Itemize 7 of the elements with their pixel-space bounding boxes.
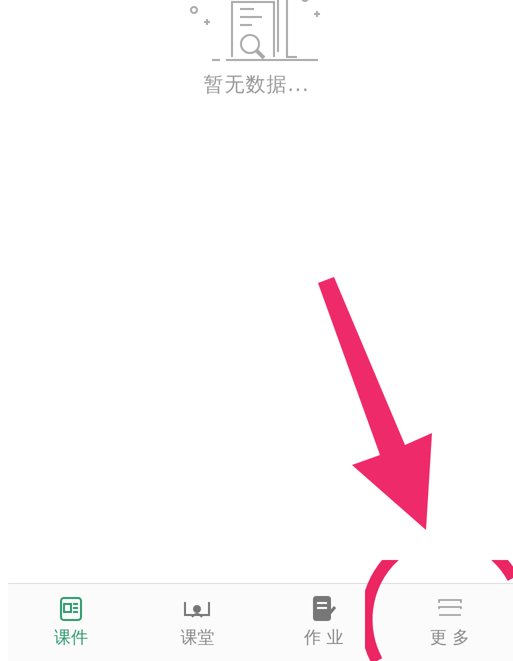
document-icon <box>58 596 84 622</box>
tab[interactable]: 更 多 <box>386 584 513 661</box>
notepad-icon <box>310 595 337 624</box>
empty-message: 暂无数据... <box>203 71 310 98</box>
tab[interactable]: 课堂 <box>134 584 260 661</box>
tab[interactable]: 作 业 <box>260 584 387 661</box>
tab[interactable]: 课件 <box>8 584 134 661</box>
